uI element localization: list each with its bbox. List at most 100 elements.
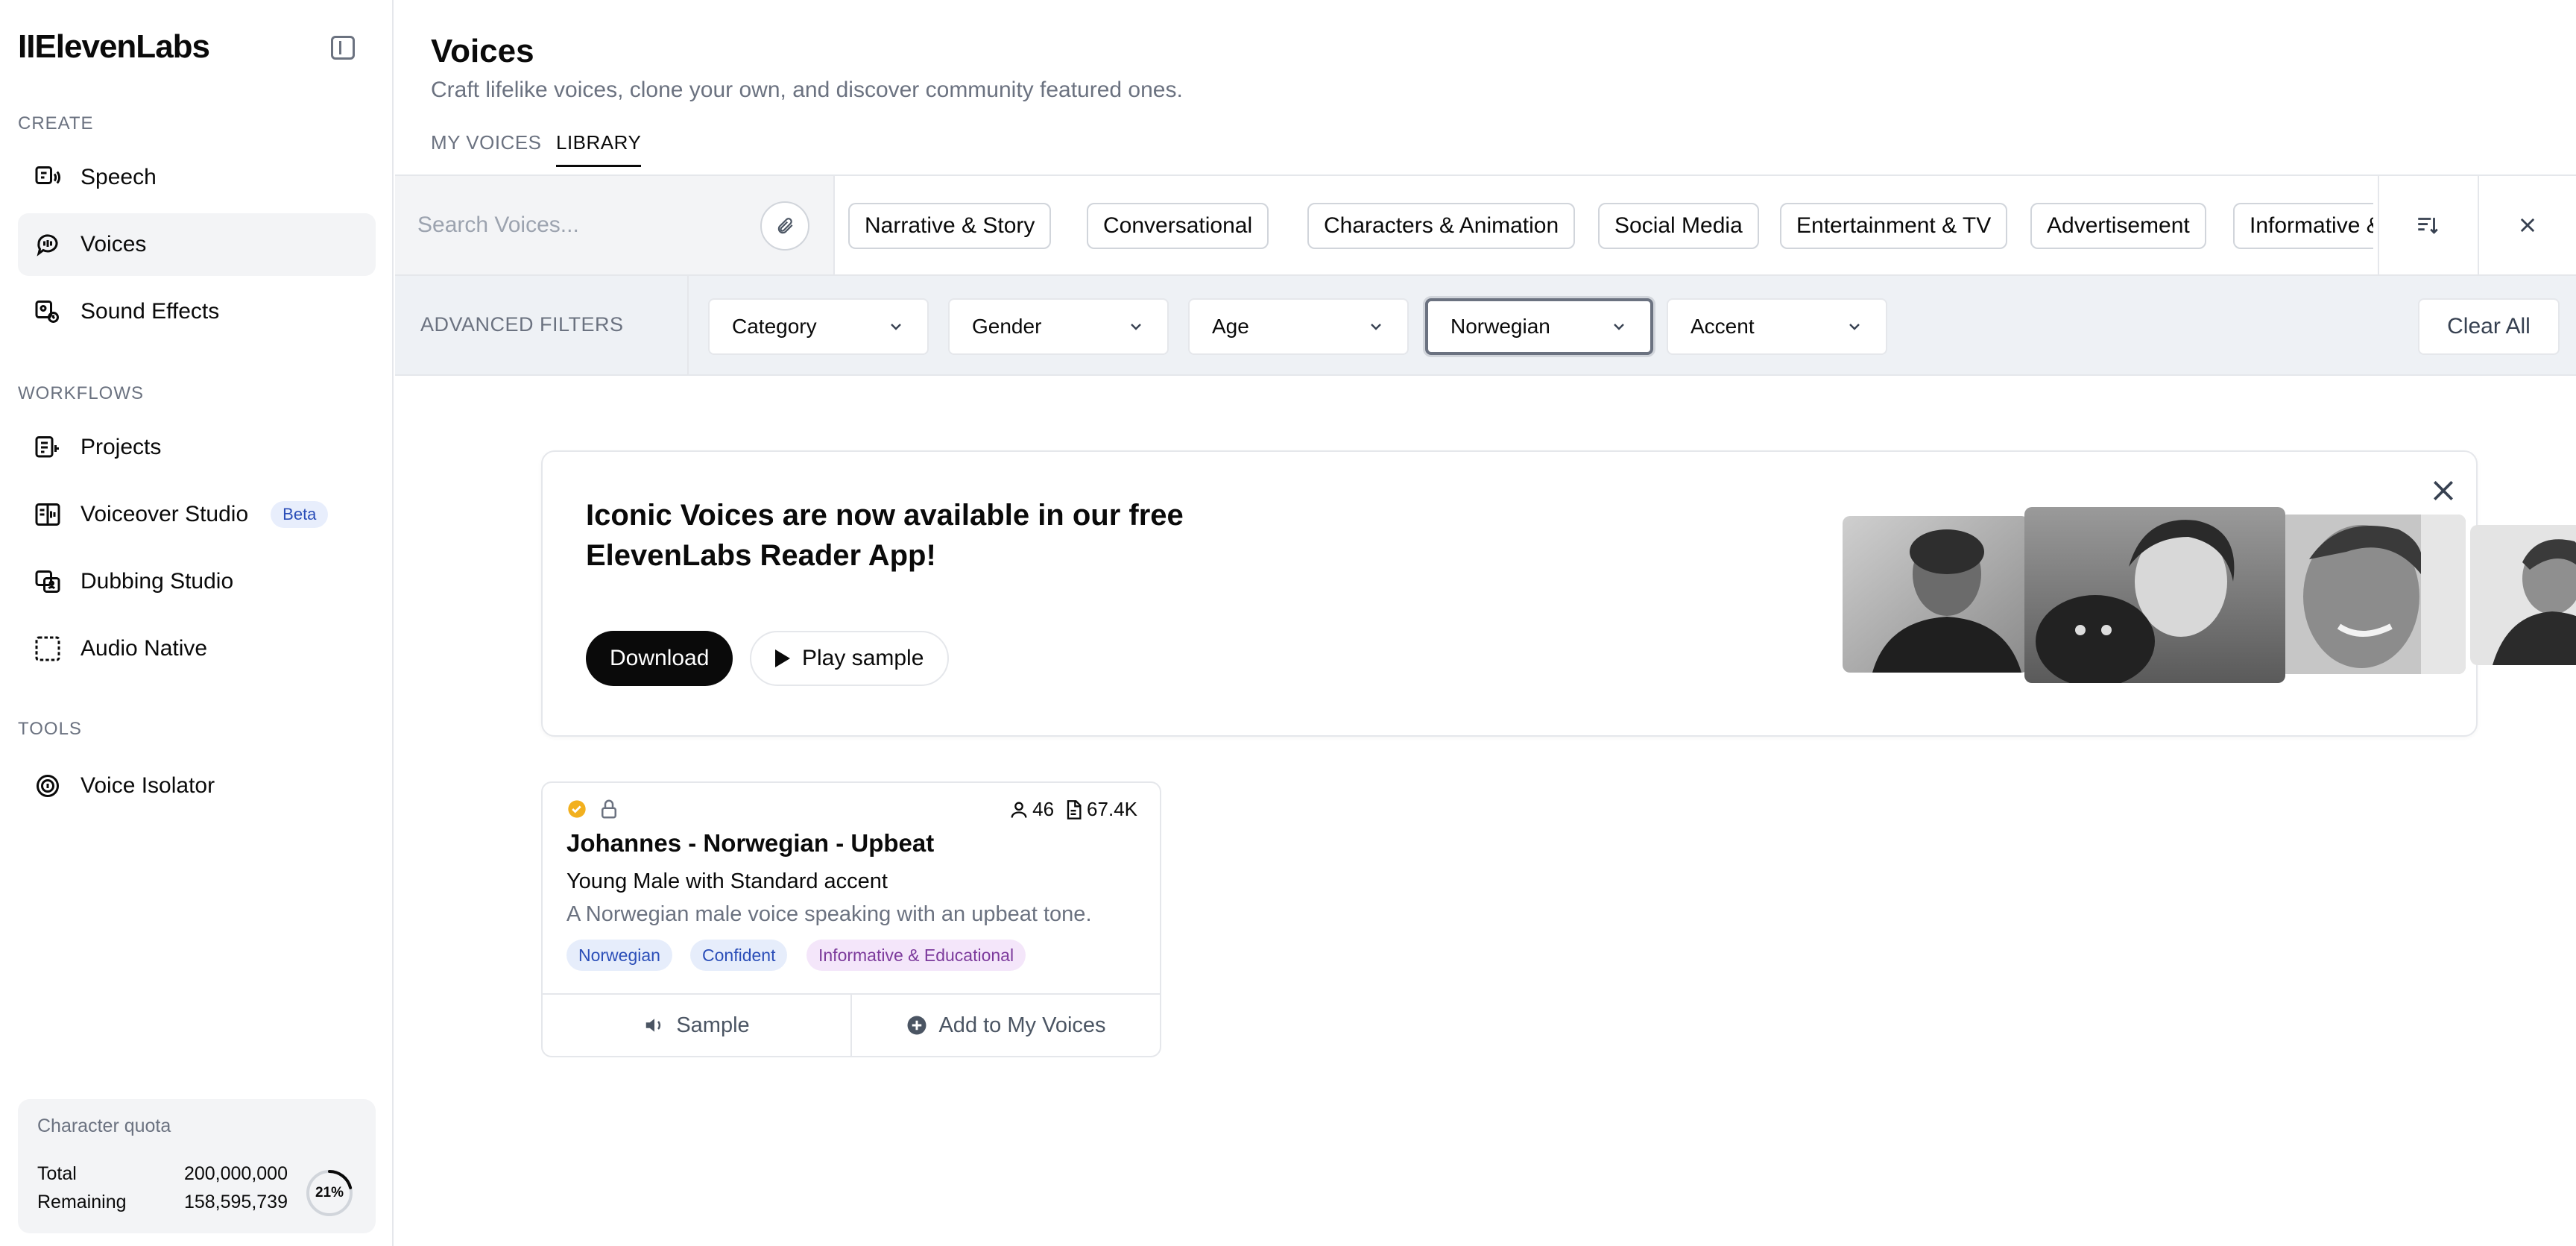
sidebar-item-audio-native[interactable]: Audio Native [18, 617, 376, 680]
advanced-filters-bar: ADVANCED FILTERS Category Gender Age Nor… [395, 276, 2576, 376]
filters-divider [687, 276, 689, 374]
chip-social-media[interactable]: Social Media [1598, 203, 1759, 249]
user-icon [1011, 802, 1027, 818]
beta-badge: Beta [271, 501, 329, 528]
select-value: Category [732, 315, 817, 338]
verified-icon [568, 800, 586, 818]
sidebar-item-label: Audio Native [80, 636, 208, 661]
card-footer: Sample Add to My Voices [543, 993, 1160, 1056]
sidebar-item-voice-isolator[interactable]: Voice Isolator [18, 755, 376, 817]
sidebar-item-voiceover-studio[interactable]: Voiceover Studio Beta [18, 483, 376, 546]
play-sample-label: Play sample [802, 646, 924, 670]
lock-icon [602, 799, 616, 819]
sidebar-item-label: Dubbing Studio [80, 569, 234, 594]
sort-icon[interactable] [2378, 176, 2476, 274]
chip-informative-educational[interactable]: Informative & Educational [2233, 203, 2373, 249]
banner-title: Iconic Voices are now available in our f… [586, 499, 1184, 572]
add-to-my-voices-label: Add to My Voices [938, 1013, 1106, 1037]
voices-icon [34, 231, 61, 258]
chip-entertainment-tv[interactable]: Entertainment & TV [1780, 203, 2008, 249]
app-logo[interactable]: IIElevenLabs [18, 28, 210, 66]
main-content: Voices Craft lifelike voices, clone your… [395, 0, 2576, 1246]
download-button[interactable]: Download [586, 631, 733, 686]
select-value: Age [1212, 315, 1249, 338]
sidebar-item-label: Speech [80, 165, 157, 189]
sample-label: Sample [676, 1013, 750, 1037]
card-top-icons [566, 798, 620, 820]
sidebar-item-projects[interactable]: Projects [18, 416, 376, 479]
select-value: Accent [1690, 315, 1755, 338]
add-to-my-voices-button[interactable]: Add to My Voices [850, 995, 1160, 1056]
chevron-down-icon [891, 324, 901, 330]
iconic-voices-banner: Iconic Voices are now available in our f… [541, 450, 2576, 737]
category-select[interactable]: Category [708, 298, 929, 355]
sidebar-item-voices[interactable]: Voices [18, 213, 376, 276]
tab-library[interactable]: LIBRARY [556, 131, 642, 167]
gender-select[interactable]: Gender [948, 298, 1169, 355]
section-label-workflows: WORKFLOWS [18, 383, 144, 403]
card-stats: 46 67.4K [1008, 798, 1137, 821]
portrait-image-3 [2279, 515, 2466, 674]
audio-native-icon [34, 635, 61, 662]
character-quota-panel: Character quota Total 200,000,000 Remain… [18, 1099, 376, 1233]
user-count: 46 [1032, 798, 1055, 820]
chip-narrative-story[interactable]: Narrative & Story [848, 203, 1052, 249]
language-select[interactable]: Norwegian [1425, 298, 1653, 355]
close-banner-icon[interactable] [2428, 476, 2458, 506]
quota-title: Character quota [37, 1116, 171, 1136]
paperclip-icon[interactable] [760, 201, 809, 251]
document-icon [1067, 799, 1082, 819]
character-count: 67.4K [1087, 798, 1137, 820]
portrait-image-1 [1843, 516, 2029, 673]
sidebar-item-label: Projects [80, 435, 162, 459]
chip-characters-animation[interactable]: Characters & Animation [1307, 203, 1576, 249]
select-value: Gender [972, 315, 1042, 338]
sidebar-item-label: Voice Isolator [80, 773, 215, 798]
portrait-image-2 [2024, 507, 2285, 683]
sidebar-item-speech[interactable]: Speech [18, 146, 376, 209]
chevron-down-icon [1131, 324, 1141, 330]
search-bar: Narrative & Story Conversational Charact… [395, 174, 2576, 276]
sidebar-item-label: Voices [80, 232, 147, 257]
portrait-image-4 [2470, 525, 2576, 665]
chip-conversational[interactable]: Conversational [1087, 203, 1269, 249]
search-input[interactable] [417, 206, 745, 245]
play-sample-button[interactable]: Play sample [750, 631, 950, 686]
voice-subtitle: Young Male with Standard accent [566, 869, 888, 893]
age-select[interactable]: Age [1188, 298, 1409, 355]
chevron-down-icon [1849, 324, 1860, 330]
quota-total-value: 200,000,000 [183, 1163, 288, 1184]
quota-total-label: Total [37, 1163, 77, 1184]
clear-all-button[interactable]: Clear All [2418, 298, 2560, 355]
speech-icon [34, 164, 61, 191]
accent-select[interactable]: Accent [1667, 298, 1887, 355]
close-icon[interactable] [2478, 176, 2576, 274]
sound-effects-icon [34, 298, 61, 325]
sample-button[interactable]: Sample [543, 995, 850, 1056]
voice-name: Johannes - Norwegian - Upbeat [566, 829, 935, 857]
voice-description: A Norwegian male voice speaking with an … [566, 902, 1092, 926]
sidebar-item-label: Voiceover Studio [80, 502, 249, 526]
tag-informative-educational[interactable]: Informative & Educational [806, 940, 1026, 971]
advanced-filters-label: ADVANCED FILTERS [420, 313, 624, 336]
sidebar-item-label: Sound Effects [80, 299, 220, 324]
page-title: Voices [431, 33, 534, 69]
tag-language[interactable]: Norwegian [566, 940, 672, 971]
chevron-down-icon [1371, 324, 1381, 330]
category-chips: Narrative & Story Conversational Charact… [848, 176, 2373, 274]
collapse-sidebar-icon[interactable] [331, 36, 355, 60]
quota-remaining-label: Remaining [37, 1192, 127, 1212]
sidebar-item-sound-effects[interactable]: Sound Effects [18, 280, 376, 343]
play-icon [775, 649, 790, 667]
sidebar-item-dubbing-studio[interactable]: Dubbing Studio [18, 550, 376, 613]
search-box [395, 176, 835, 274]
section-label-tools: TOOLS [18, 719, 82, 739]
voice-isolator-icon [34, 773, 61, 799]
chevron-down-icon [1614, 324, 1624, 330]
tag-confident[interactable]: Confident [690, 940, 788, 971]
voiceover-studio-icon [34, 501, 61, 528]
tab-my-voices[interactable]: MY VOICES [431, 131, 542, 165]
dubbing-studio-icon [34, 568, 61, 595]
voice-card[interactable]: 46 67.4K Johannes - Norwegian - Upbeat Y… [541, 781, 1161, 1057]
chip-advertisement[interactable]: Advertisement [2030, 203, 2206, 249]
